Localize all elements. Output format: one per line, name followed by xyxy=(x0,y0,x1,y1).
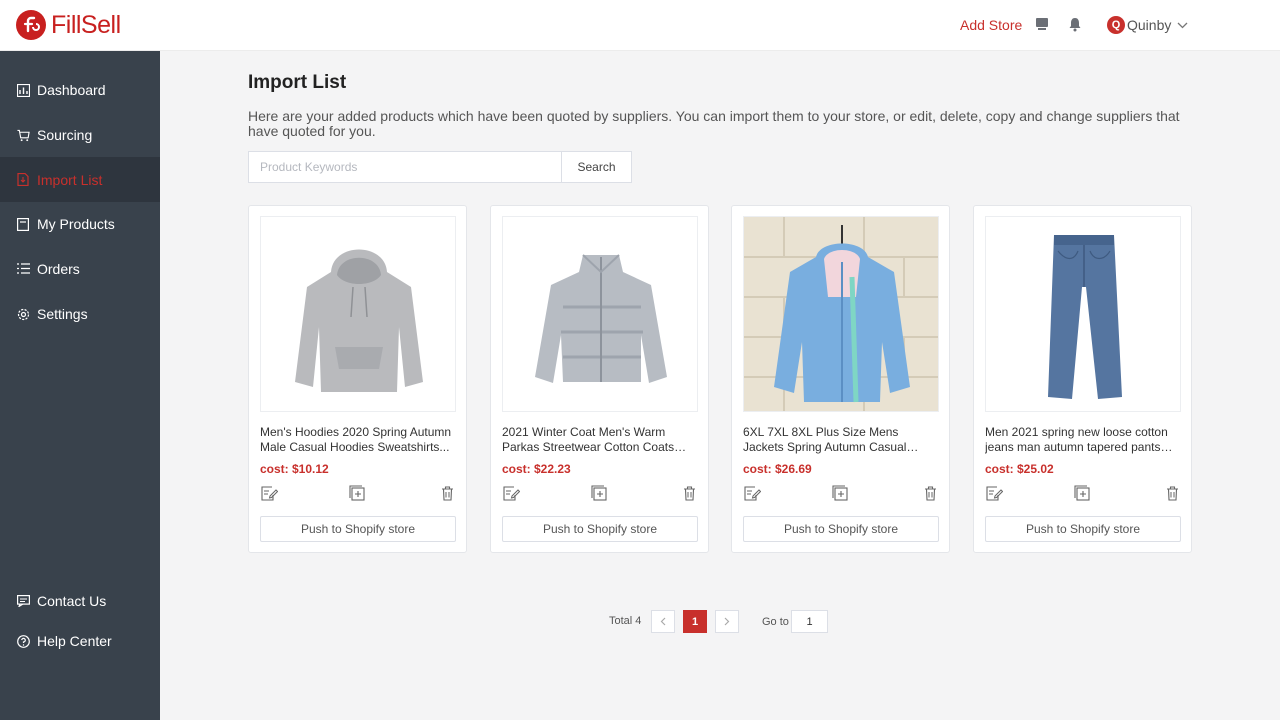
gear-icon xyxy=(17,308,30,321)
sidebar-item-my-products[interactable]: My Products xyxy=(0,202,160,246)
list-icon xyxy=(17,262,30,276)
delete-icon[interactable] xyxy=(680,484,698,502)
edit-icon[interactable] xyxy=(260,484,278,502)
sidebar-item-label: Orders xyxy=(37,261,80,277)
copy-icon[interactable] xyxy=(831,484,849,502)
user-menu[interactable]: Q Quinby xyxy=(1107,16,1188,34)
sidebar-item-label: Help Center xyxy=(37,633,112,649)
prev-page-button[interactable] xyxy=(651,610,675,633)
chevron-left-icon xyxy=(660,617,666,626)
product-cost: cost: $22.23 xyxy=(502,462,571,476)
page-description: Here are your added products which have … xyxy=(248,108,1180,139)
sidebar-item-label: My Products xyxy=(37,216,115,232)
search-input[interactable] xyxy=(249,152,562,182)
sidebar-item-contact-us[interactable]: Contact Us xyxy=(0,579,160,623)
blue-jeans-image xyxy=(986,217,1180,411)
product-title: 6XL 7XL 8XL Plus Size Mens Jackets Sprin… xyxy=(743,425,907,454)
product-card: 6XL 7XL 8XL Plus Size Mens Jackets Sprin… xyxy=(731,205,950,553)
store-icon[interactable] xyxy=(1035,17,1051,33)
goto-page-input[interactable] xyxy=(791,610,828,633)
next-page-button[interactable] xyxy=(715,610,739,633)
product-title: 2021 Winter Coat Men's Warm Parkas Stree… xyxy=(502,425,675,454)
page-title: Import List xyxy=(248,72,347,93)
avatar: Q xyxy=(1107,16,1125,34)
push-to-shopify-button[interactable]: Push to Shopify store xyxy=(260,516,456,542)
sidebar-item-label: Settings xyxy=(37,306,88,322)
product-cost: cost: $25.02 xyxy=(985,462,1054,476)
product-title: Men 2021 spring new loose cotton jeans m… xyxy=(985,425,1168,454)
product-card: 2021 Winter Coat Men's Warm Parkas Stree… xyxy=(490,205,709,553)
logo-text: FillSell xyxy=(51,10,121,39)
product-cost: cost: $26.69 xyxy=(743,462,812,476)
copy-icon[interactable] xyxy=(1073,484,1091,502)
edit-icon[interactable] xyxy=(743,484,761,502)
add-store-link[interactable]: Add Store xyxy=(960,17,1022,33)
sidebar: Dashboard Sourcing Import List My Produc… xyxy=(0,51,160,720)
product-cost: cost: $10.12 xyxy=(260,462,329,476)
product-title: Men's Hoodies 2020 Spring Autumn Male Ca… xyxy=(260,425,452,454)
sidebar-item-label: Dashboard xyxy=(37,82,106,98)
goto-label: Go to xyxy=(762,616,789,628)
grey-puffer-jacket-image xyxy=(503,217,697,411)
delete-icon[interactable] xyxy=(921,484,939,502)
delete-icon[interactable] xyxy=(1163,484,1181,502)
search-button[interactable]: Search xyxy=(562,152,631,182)
push-to-shopify-button[interactable]: Push to Shopify store xyxy=(502,516,698,542)
product-card: Men 2021 spring new loose cotton jeans m… xyxy=(973,205,1192,553)
product-image[interactable] xyxy=(985,216,1181,412)
sidebar-item-dashboard[interactable]: Dashboard xyxy=(0,68,160,112)
chevron-down-icon xyxy=(1177,16,1188,34)
sidebar-item-settings[interactable]: Settings xyxy=(0,292,160,336)
top-header: FillSell Add Store Q Quinby xyxy=(0,0,1280,51)
product-image[interactable] xyxy=(260,216,456,412)
bell-icon[interactable] xyxy=(1068,17,1084,33)
pagination-total: Total 4 xyxy=(609,615,642,627)
push-to-shopify-button[interactable]: Push to Shopify store xyxy=(985,516,1181,542)
dashboard-icon xyxy=(17,83,30,97)
fillsell-logo-icon xyxy=(16,10,46,40)
help-icon xyxy=(17,634,30,648)
edit-icon[interactable] xyxy=(985,484,1003,502)
chevron-right-icon xyxy=(724,617,730,626)
product-image[interactable] xyxy=(502,216,698,412)
delete-icon[interactable] xyxy=(438,484,456,502)
products-icon xyxy=(17,217,30,231)
import-icon xyxy=(17,173,30,186)
sidebar-item-label: Sourcing xyxy=(37,127,93,143)
sidebar-item-import-list[interactable]: Import List xyxy=(0,157,160,202)
page-number-button[interactable]: 1 xyxy=(683,610,707,633)
message-icon xyxy=(17,594,30,608)
user-name: Quinby xyxy=(1127,17,1172,33)
brand-logo[interactable]: FillSell xyxy=(16,10,121,40)
sidebar-item-sourcing[interactable]: Sourcing xyxy=(0,113,160,157)
sidebar-item-label: Import List xyxy=(37,171,103,188)
cart-icon xyxy=(17,129,30,142)
blue-hooded-jacket-image xyxy=(744,217,938,411)
copy-icon[interactable] xyxy=(590,484,608,502)
sidebar-item-orders[interactable]: Orders xyxy=(0,247,160,291)
product-image[interactable] xyxy=(743,216,939,412)
edit-icon[interactable] xyxy=(502,484,520,502)
push-to-shopify-button[interactable]: Push to Shopify store xyxy=(743,516,939,542)
sidebar-item-label: Contact Us xyxy=(37,593,107,609)
copy-icon[interactable] xyxy=(348,484,366,502)
grey-hoodie-image xyxy=(261,217,455,411)
sidebar-item-help-center[interactable]: Help Center xyxy=(0,619,160,663)
product-card: Men's Hoodies 2020 Spring Autumn Male Ca… xyxy=(248,205,467,553)
search-bar: Search xyxy=(248,151,632,183)
